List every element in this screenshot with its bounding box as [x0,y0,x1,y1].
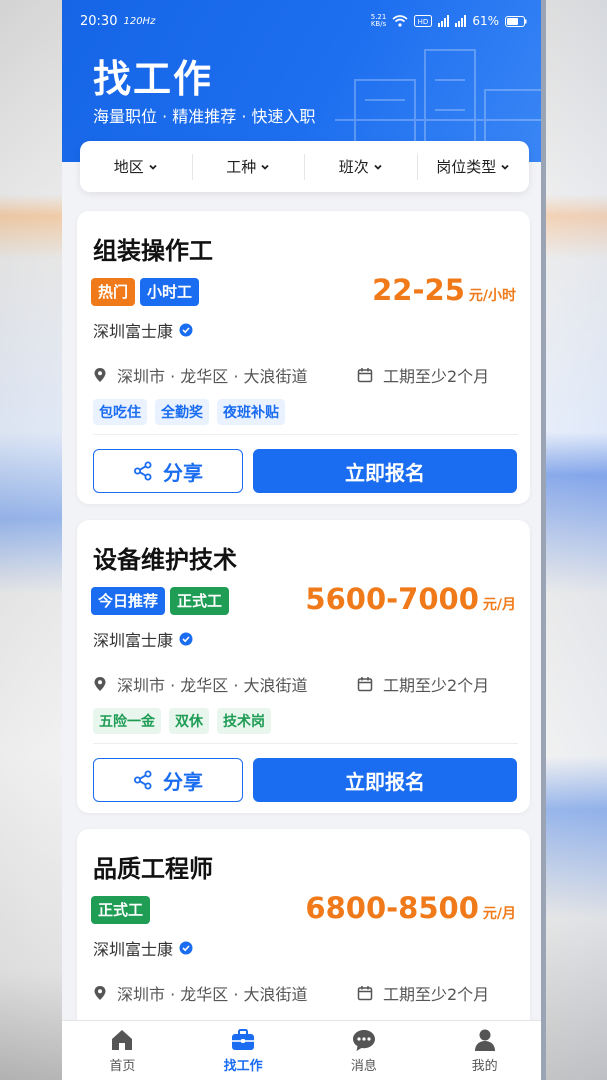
home-icon [112,1030,133,1050]
chevron-down-icon [374,164,382,170]
job-tags: 今日推荐 正式工 [91,587,230,615]
salary: 6800-8500 元/月 [305,891,516,925]
benefit-chip: 包吃住 [93,399,147,425]
refresh-rate: 120Hz [123,15,156,27]
background-blur-right [545,0,607,1080]
status-bar: 20:30 120Hz 5.21 KB/s HD 61% [62,0,545,42]
tag-fulltime: 正式工 [91,896,151,924]
divider [93,743,518,744]
status-time: 20:30 [80,13,118,29]
header-banner: 20:30 120Hz 5.21 KB/s HD 61% 找工作 海量职位 · … [62,0,545,162]
phone-edge [541,0,546,1080]
work-period: 工期至少2个月 [357,363,489,387]
tag-hourly: 小时工 [140,278,200,306]
chat-icon [352,1030,375,1051]
salary-value: 22-25 [372,273,465,307]
chevron-down-icon [501,164,509,170]
location: 深圳市 · 龙华区 · 大浪街道 [93,981,308,1005]
company: 深圳富士康 [93,318,193,342]
share-icon [134,461,152,481]
benefit-chip: 全勤奖 [155,399,209,425]
filter-bar: 地区 工种 班次 岗位类型 [80,141,529,192]
salary-unit: 元/小时 [468,288,516,304]
company: 深圳富士康 [93,936,193,960]
location-pin-icon [94,368,106,382]
page-title: 找工作 [93,57,214,101]
job-title: 品质工程师 [93,855,213,883]
company-name: 深圳富士康 [93,940,174,959]
job-tags: 正式工 [91,896,151,924]
filter-job-type[interactable]: 工种 [193,153,305,180]
location-pin-icon [94,986,106,1000]
share-button[interactable]: 分享 [93,758,243,802]
job-title: 组装操作工 [93,237,213,265]
apply-button[interactable]: 立即报名 [253,449,517,493]
tab-profile[interactable]: 我的 [424,1021,545,1080]
divider [93,434,518,435]
company-name: 深圳富士康 [93,631,174,650]
benefit-chip: 五险一金 [93,708,161,734]
salary-value: 6800-8500 [305,891,479,925]
svg-text:HD: HD [418,18,429,26]
benefit-chips: 包吃住 全勤奖 夜班补贴 [93,399,285,425]
verified-icon [179,632,193,646]
apply-button[interactable]: 立即报名 [253,758,517,802]
work-period: 工期至少2个月 [357,981,489,1005]
benefit-chip: 双休 [169,708,209,734]
tag-hot: 热门 [91,278,136,306]
job-title: 设备维护技术 [93,546,237,574]
location: 深圳市 · 龙华区 · 大浪街道 [93,363,308,387]
briefcase-icon [232,1029,255,1050]
calendar-icon [357,368,373,383]
location-pin-icon [94,677,106,691]
hd-icon: HD [414,15,433,27]
chevron-down-icon [261,164,269,170]
job-tags: 热门 小时工 [91,278,200,306]
signal-icon-2 [455,15,467,27]
bottom-tab-bar: 首页 找工作 消息 我的 [62,1020,545,1080]
network-speed: 5.21 KB/s [370,13,387,28]
signal-icon-1 [438,15,450,27]
benefit-chip: 技术岗 [217,708,271,734]
filter-shift[interactable]: 班次 [305,153,418,180]
page-subtitle: 海量职位 · 精准推荐 · 快速入职 [93,107,316,126]
benefit-chip: 夜班补贴 [217,399,285,425]
tab-home[interactable]: 首页 [62,1021,183,1080]
verified-icon [179,941,193,955]
tab-find-job[interactable]: 找工作 [183,1021,304,1080]
work-period: 工期至少2个月 [357,672,489,696]
share-icon [134,770,152,790]
tag-recommended: 今日推荐 [91,587,166,615]
phone-screen: 20:30 120Hz 5.21 KB/s HD 61% 找工作 海量职位 · … [62,0,545,1080]
benefit-chips: 五险一金 双休 技术岗 [93,708,271,734]
job-card[interactable]: 设备维护技术 今日推荐 正式工 5600-7000 元/月 深圳富士康 深圳市 … [77,520,530,813]
tab-messages[interactable]: 消息 [304,1021,425,1080]
battery-percent: 61% [472,14,499,28]
salary-unit: 元/月 [482,597,516,613]
location: 深圳市 · 龙华区 · 大浪街道 [93,672,308,696]
share-button[interactable]: 分享 [93,449,243,493]
chevron-down-icon [149,164,157,170]
job-card[interactable]: 组装操作工 热门 小时工 22-25 元/小时 深圳富士康 深圳市 · 龙华区 … [77,211,530,504]
company-name: 深圳富士康 [93,322,174,341]
company: 深圳富士康 [93,627,193,651]
verified-icon [179,323,193,337]
battery-icon [505,15,527,27]
background-blur-left [0,0,62,1080]
salary: 5600-7000 元/月 [305,582,516,616]
calendar-icon [357,677,373,692]
tag-fulltime: 正式工 [170,587,230,615]
salary: 22-25 元/小时 [372,273,516,307]
salary-unit: 元/月 [482,906,516,922]
wifi-icon [392,15,408,27]
filter-position-type[interactable]: 岗位类型 [418,154,530,180]
user-icon [474,1029,495,1051]
calendar-icon [357,986,373,1001]
filter-region[interactable]: 地区 [80,153,193,180]
salary-value: 5600-7000 [305,582,479,616]
